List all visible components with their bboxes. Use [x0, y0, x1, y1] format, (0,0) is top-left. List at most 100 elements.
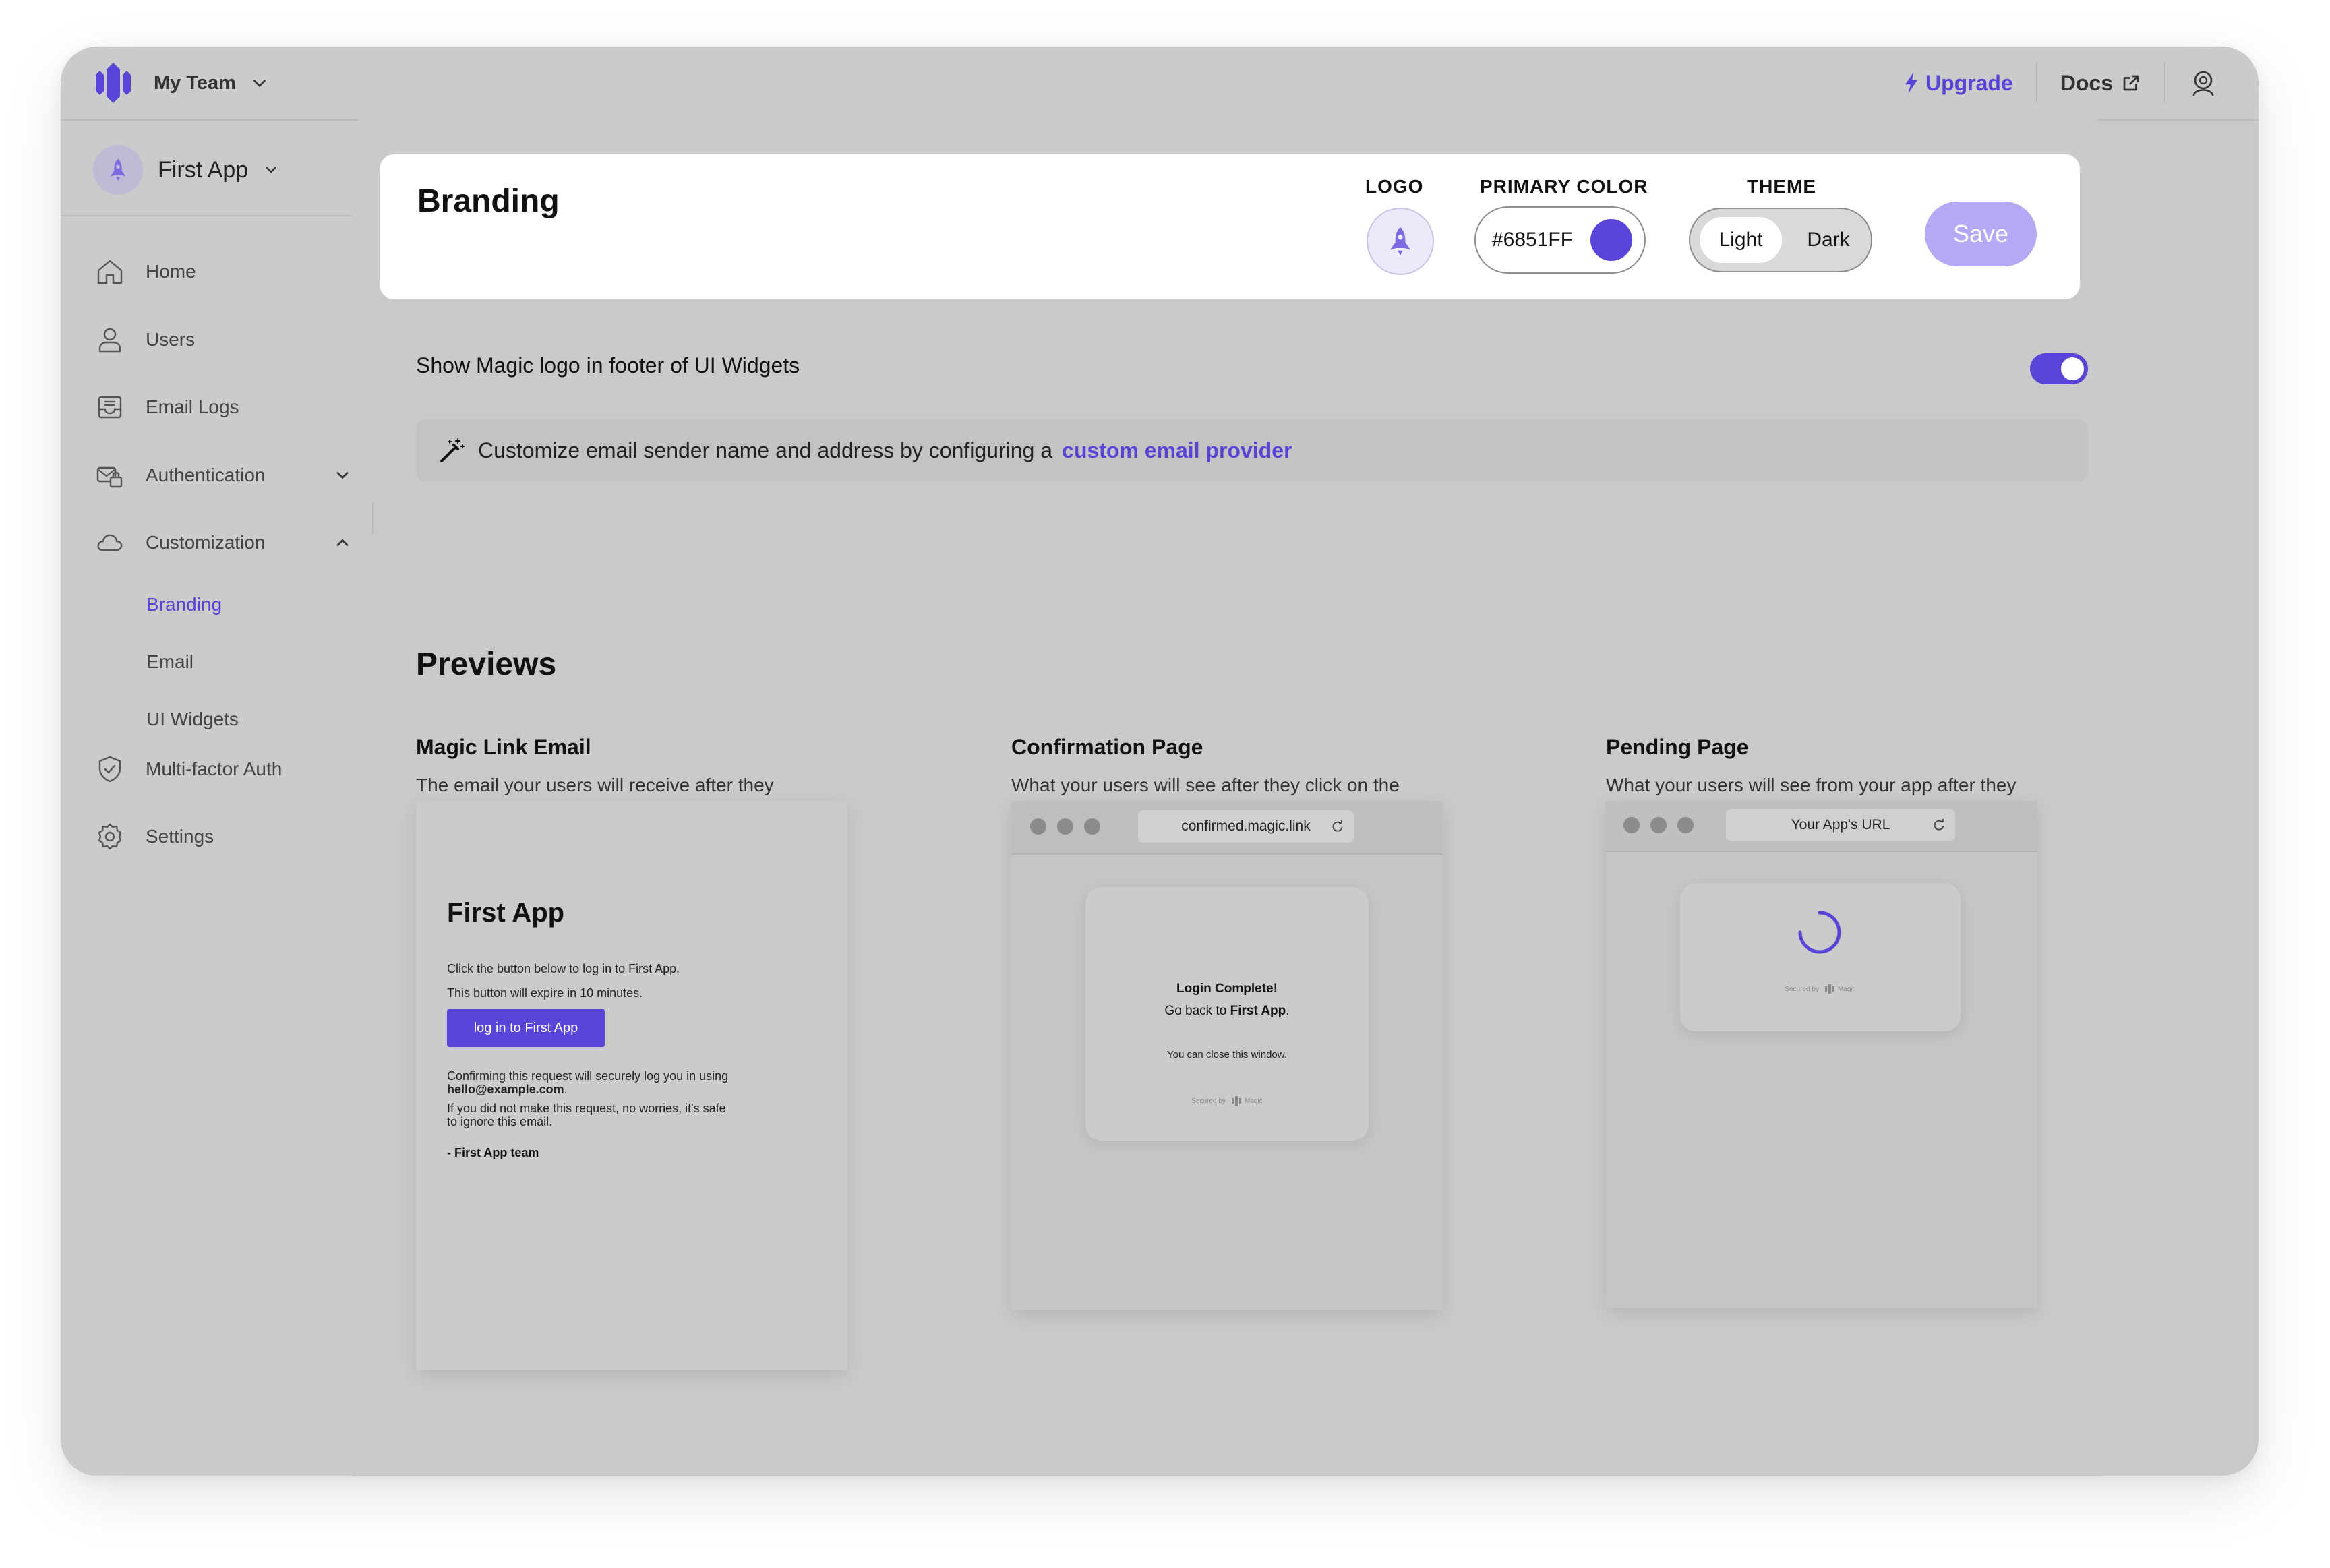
secured-by: Secured by Magic [1680, 984, 1961, 994]
magic-logo-toggle[interactable] [2030, 353, 2088, 384]
url-bar: confirmed.magic.link [1138, 810, 1354, 843]
confirmation-browser-preview: confirmed.magic.link Login Complete! Go … [1011, 801, 1443, 1310]
sidebar-subitem-branding[interactable]: Branding [146, 591, 222, 618]
sidebar-subitem-email[interactable]: Email [146, 649, 193, 675]
primary-color-value: #6851FF [1492, 229, 1574, 251]
magic-logo-icon [96, 63, 131, 103]
app-selector[interactable]: First App [93, 145, 279, 195]
magic-logo-toggle-label: Show Magic logo in footer of UI Widgets [416, 353, 800, 378]
sidebar-item-label: Multi-factor Auth [146, 758, 282, 779]
go-back-app: First App [1230, 1004, 1286, 1018]
sidebar-item-label: Users [146, 329, 196, 350]
login-complete-title: Login Complete! [1176, 982, 1278, 996]
theme-option-light[interactable]: Light [1700, 217, 1782, 263]
cloud-icon [97, 534, 123, 551]
email-line-1: Click the button below to log in to Firs… [447, 962, 680, 975]
rocket-icon [1390, 227, 1410, 256]
browser-chrome: Your App's URL [1606, 801, 2037, 852]
branding-header: Branding LOGO PRIMARY COLOR #6851FF THEM… [380, 154, 2080, 299]
save-button[interactable]: Save [1925, 202, 2037, 266]
window-dot [1677, 817, 1694, 833]
theme-label: THEME [1747, 176, 1816, 197]
sidebar-item-settings[interactable]: Settings [94, 816, 352, 857]
primary-color-input[interactable]: #6851FF [1474, 206, 1646, 274]
team-name: My Team [154, 71, 236, 94]
docs-label: Docs [2060, 70, 2113, 95]
chevron-down-icon [336, 472, 349, 479]
url-text: confirmed.magic.link [1181, 818, 1311, 834]
gear-icon [98, 823, 122, 850]
secured-by-label: Secured by [1785, 985, 1819, 993]
docs-link[interactable]: Docs [2060, 71, 2141, 96]
custom-email-provider-link[interactable]: custom email provider [1062, 438, 1292, 463]
email-preview: First App Click the button below to log … [416, 801, 847, 1370]
chevron-down-icon [266, 167, 276, 173]
email-provider-info: Customize email sender name and address … [416, 419, 2088, 481]
upgrade-label: Upgrade [1925, 70, 2013, 95]
sidebar-item-customization[interactable]: Customization [94, 522, 352, 563]
email-signoff: - First App team [447, 1146, 539, 1159]
secured-brand: Magic [1244, 1097, 1263, 1105]
sidebar-item-label: Customization [146, 532, 266, 553]
secured-by-label: Secured by [1191, 1097, 1226, 1105]
sidebar-item-label: Home [146, 261, 196, 282]
url-bar: Your App's URL [1726, 809, 1955, 841]
sidebar-item-email-logs[interactable]: Email Logs [94, 387, 352, 427]
email-app-name: First App [447, 898, 565, 928]
browser-chrome: confirmed.magic.link [1011, 801, 1443, 855]
secured-by: Secured by Magic [1085, 1096, 1369, 1106]
window-dot [1084, 818, 1100, 835]
toggle-knob [2061, 357, 2084, 380]
pending-card: Secured by Magic [1680, 883, 1961, 1031]
team-selector[interactable]: My Team [93, 61, 268, 104]
close-window-text: You can close this window. [1167, 1049, 1287, 1060]
theme-toggle: Light Dark [1689, 208, 1872, 272]
window-dot [1650, 817, 1667, 833]
secured-brand: Magic [1837, 985, 1856, 993]
magic-logo-icon [1231, 1096, 1241, 1106]
home-icon [97, 260, 123, 284]
shield-icon [98, 756, 121, 783]
color-swatch[interactable] [1590, 219, 1632, 261]
user-icon [98, 328, 121, 353]
pending-preview-title: Pending Page [1606, 735, 1749, 759]
sidebar-item-multi-factor-auth[interactable]: Multi-factor Auth [94, 749, 352, 789]
url-text: Your App's URL [1791, 817, 1890, 833]
magic-wand-icon [440, 438, 465, 462]
sidebar-item-label: Authentication [146, 464, 266, 485]
email-line-2: This button will expire in 10 minutes. [447, 986, 643, 1000]
account-avatar-icon[interactable] [2188, 68, 2218, 98]
sidebar-item-label: Settings [146, 826, 214, 847]
email-login-button: log in to First App [447, 1009, 605, 1047]
divider [61, 215, 372, 216]
go-back-text: Go back to First App. [1164, 1004, 1290, 1018]
email-confirm-prefix: Confirming this request will securely lo… [447, 1069, 729, 1083]
branding-title: Branding [417, 183, 560, 219]
sidebar-item-home[interactable]: Home [94, 251, 352, 292]
window-dot [1030, 818, 1046, 835]
divider [2164, 63, 2165, 103]
sidebar: First App Home Users Email Logs Authenti… [61, 121, 374, 1476]
top-bar: My Team Upgrade Docs [61, 47, 2259, 121]
sidebar-item-authentication[interactable]: Authentication [94, 455, 352, 495]
window-dot [1057, 818, 1073, 835]
primary-color-label: PRIMARY COLOR [1480, 176, 1648, 197]
divider [2035, 63, 2037, 103]
auth-icon [96, 466, 123, 488]
email-preview-title: Magic Link Email [416, 735, 591, 759]
upgrade-link[interactable]: Upgrade [1903, 71, 2013, 96]
email-ignore-text: If you did not make this request, no wor… [447, 1102, 726, 1128]
email-address: hello@example.com [447, 1083, 564, 1096]
sidebar-item-users[interactable]: Users [94, 320, 352, 360]
chevron-up-icon [336, 539, 349, 546]
refresh-icon [1934, 819, 1944, 831]
sidebar-subitem-ui-widgets[interactable]: UI Widgets [146, 706, 239, 733]
logo-label: LOGO [1365, 176, 1424, 197]
external-link-icon [2123, 75, 2139, 91]
theme-option-dark[interactable]: Dark [1791, 217, 1865, 263]
logo-upload[interactable] [1367, 208, 1434, 275]
chevron-down-icon [253, 80, 266, 87]
pending-browser-preview: Your App's URL Secured by Magic [1606, 801, 2037, 1308]
inbox-icon [98, 396, 122, 419]
rocket-icon [110, 158, 126, 181]
